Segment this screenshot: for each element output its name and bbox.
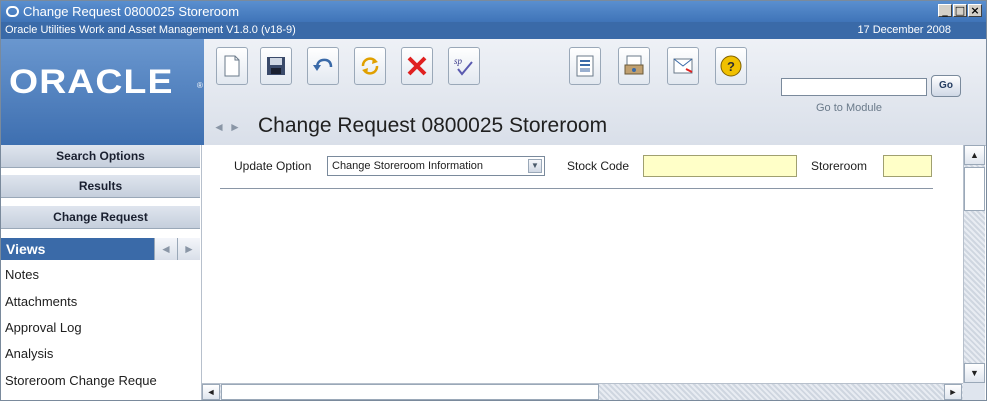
go-to-module-input[interactable] [781, 78, 927, 96]
close-button[interactable]: × [968, 4, 982, 17]
scroll-up-button[interactable]: ▲ [964, 145, 985, 165]
delete-button[interactable] [401, 47, 433, 85]
main-content: Update Option Change Storeroom Informati… [202, 145, 963, 383]
stock-code-field[interactable] [643, 155, 797, 177]
title-bar: Change Request 0800025 Storeroom _ □ × [1, 1, 986, 22]
new-document-button[interactable] [216, 47, 248, 85]
window-controls: _ □ × [938, 4, 982, 17]
current-date: 17 December 2008 [857, 24, 951, 36]
horizontal-scroll-thumb[interactable] [221, 384, 599, 400]
search-options-button[interactable]: Search Options [1, 145, 200, 168]
go-button[interactable]: Go [931, 75, 961, 97]
views-label: Views [6, 241, 46, 257]
spellcheck-button[interactable]: sp [448, 47, 480, 85]
previous-record-button[interactable]: ◄ [211, 118, 227, 136]
logo-trademark: ® [197, 81, 203, 90]
views-header: Views ◄ ► [1, 238, 200, 260]
view-item-notes[interactable]: Notes [5, 267, 39, 282]
scroll-left-button[interactable]: ◄ [202, 384, 220, 400]
go-to-module-label: Go to Module [816, 102, 883, 114]
update-form: Update Option Change Storeroom Informati… [202, 155, 962, 177]
horizontal-scrollbar[interactable]: ◄ ► [202, 383, 963, 400]
report-icon [576, 55, 594, 77]
route-button[interactable] [667, 47, 699, 85]
record-nav: ◄ ► [211, 118, 243, 136]
new-document-icon [224, 55, 240, 77]
view-item-analysis[interactable]: Analysis [5, 346, 53, 361]
page-title: Change Request 0800025 Storeroom [258, 114, 608, 137]
report-button[interactable] [569, 47, 601, 85]
view-item-attachments[interactable]: Attachments [5, 294, 77, 309]
logo-text: ORACLE [9, 63, 174, 101]
print-icon [624, 55, 644, 75]
results-button[interactable]: Results [1, 175, 200, 198]
app-version: Oracle Utilities Work and Asset Manageme… [5, 24, 296, 36]
update-option-select[interactable]: Change Storeroom Information ▼ [327, 156, 545, 176]
spellcheck-icon: sp [454, 56, 473, 76]
views-previous-button[interactable]: ◄ [154, 238, 177, 260]
route-icon [673, 58, 693, 74]
chevron-down-icon[interactable]: ▼ [528, 159, 542, 173]
scroll-down-button[interactable]: ▼ [964, 363, 985, 383]
storeroom-label: Storeroom [811, 159, 868, 173]
update-option-value: Change Storeroom Information [332, 160, 484, 172]
form-divider [220, 188, 933, 189]
undo-icon [313, 58, 333, 71]
vertical-scrollbar[interactable]: ▲ ▼ [963, 145, 985, 383]
scroll-right-button[interactable]: ► [944, 384, 962, 400]
save-icon [267, 57, 285, 75]
vertical-scroll-thumb[interactable] [964, 167, 985, 211]
print-button[interactable] [618, 47, 650, 85]
save-button[interactable] [260, 47, 292, 85]
sidebar: Search Options Results Change Request Vi… [1, 145, 202, 400]
next-record-button[interactable]: ► [227, 118, 243, 136]
header: ORACLE ® sp ? Go Go to Module ◄ ► Change… [1, 39, 986, 146]
views-next-button[interactable]: ► [177, 238, 200, 260]
minimize-button[interactable]: _ [938, 4, 952, 17]
views-nav: ◄ ► [154, 238, 200, 260]
view-item-storeroom-change-request[interactable]: Storeroom Change Reque [5, 373, 157, 388]
maximize-button[interactable]: □ [953, 4, 967, 17]
view-item-approval-log[interactable]: Approval Log [5, 320, 82, 335]
scrollbar-corner [963, 383, 985, 400]
update-option-label: Update Option [234, 159, 312, 173]
stock-code-label: Stock Code [567, 159, 630, 173]
oracle-logo: ORACLE ® [1, 39, 204, 145]
refresh-icon [361, 57, 379, 75]
svg-text:sp: sp [454, 56, 463, 66]
change-request-button[interactable]: Change Request [1, 206, 200, 229]
help-icon: ? [720, 55, 742, 77]
storeroom-field[interactable] [883, 155, 932, 177]
help-button[interactable]: ? [715, 47, 747, 85]
undo-button[interactable] [307, 47, 339, 85]
status-bar: Oracle Utilities Work and Asset Manageme… [1, 22, 986, 39]
app-window-icon [6, 6, 19, 17]
delete-icon [407, 56, 427, 76]
window-title: Change Request 0800025 Storeroom [23, 4, 240, 19]
svg-text:?: ? [727, 59, 735, 74]
application-window: Change Request 0800025 Storeroom _ □ × O… [0, 0, 987, 401]
refresh-button[interactable] [354, 47, 386, 85]
